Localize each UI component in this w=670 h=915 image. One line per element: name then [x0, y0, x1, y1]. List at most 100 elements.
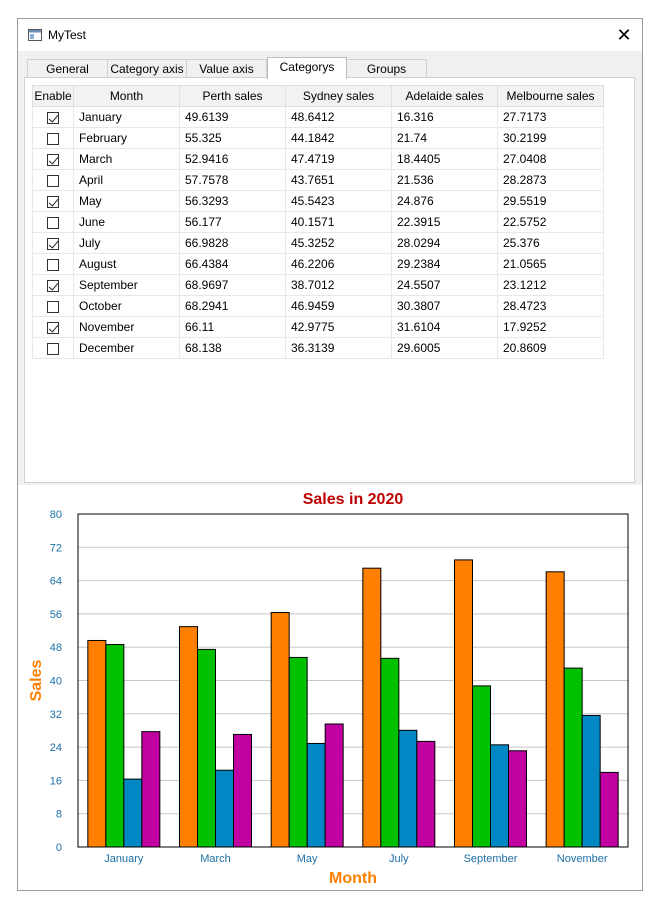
tab-value-axis[interactable]: Value axis [186, 59, 267, 78]
perth-cell[interactable]: 49.6139 [179, 106, 286, 128]
enable-checkbox[interactable] [47, 195, 59, 208]
perth-cell[interactable]: 66.9828 [179, 232, 286, 254]
adelaide-cell[interactable]: 18.4405 [391, 148, 498, 170]
month-cell[interactable]: September [73, 274, 180, 296]
y-tick-label: 64 [50, 576, 62, 588]
adelaide-cell[interactable]: 31.6104 [391, 316, 498, 338]
month-cell[interactable]: July [73, 232, 180, 254]
adelaide-cell[interactable]: 30.3807 [391, 295, 498, 317]
perth-cell[interactable]: 68.138 [179, 337, 286, 359]
month-cell[interactable]: March [73, 148, 180, 170]
perth-cell[interactable]: 55.325 [179, 127, 286, 149]
melbourne-cell[interactable]: 17.9252 [497, 316, 604, 338]
adelaide-cell[interactable]: 16.316 [391, 106, 498, 128]
month-cell[interactable]: February [73, 127, 180, 149]
tab-category-axis[interactable]: Category axis [107, 59, 187, 78]
enable-checkbox[interactable] [47, 216, 59, 229]
month-cell[interactable]: November [73, 316, 180, 338]
adelaide-cell[interactable]: 24.5507 [391, 274, 498, 296]
table-row[interactable]: April 57.7578 43.7651 21.536 28.2873 [32, 169, 604, 191]
enable-checkbox[interactable] [47, 174, 59, 187]
perth-cell[interactable]: 66.11 [179, 316, 286, 338]
column-header-melbourne[interactable]: Melbourne sales [497, 85, 604, 107]
enable-checkbox[interactable] [47, 300, 59, 313]
column-header-perth[interactable]: Perth sales [179, 85, 286, 107]
melbourne-cell[interactable]: 27.0408 [497, 148, 604, 170]
enable-checkbox[interactable] [47, 111, 59, 124]
melbourne-cell[interactable]: 20.8609 [497, 337, 604, 359]
table-row[interactable]: March 52.9416 47.4719 18.4405 27.0408 [32, 148, 604, 170]
month-cell[interactable]: June [73, 211, 180, 233]
tab-categorys[interactable]: Categorys [267, 57, 347, 79]
month-cell[interactable]: August [73, 253, 180, 275]
adelaide-cell[interactable]: 29.2384 [391, 253, 498, 275]
enable-checkbox[interactable] [47, 237, 59, 250]
sydney-cell[interactable]: 38.7012 [285, 274, 392, 296]
melbourne-cell[interactable]: 25.376 [497, 232, 604, 254]
sydney-cell[interactable]: 44.1842 [285, 127, 392, 149]
enable-checkbox[interactable] [47, 342, 59, 355]
sydney-cell[interactable]: 40.1571 [285, 211, 392, 233]
adelaide-cell[interactable]: 21.536 [391, 169, 498, 191]
perth-cell[interactable]: 68.2941 [179, 295, 286, 317]
sydney-cell[interactable]: 42.9775 [285, 316, 392, 338]
table-row[interactable]: September 68.9697 38.7012 24.5507 23.1212 [32, 274, 604, 296]
window-title: MyTest [48, 28, 87, 42]
title-bar[interactable]: MyTest ✕ [18, 19, 642, 51]
month-cell[interactable]: April [73, 169, 180, 191]
table-row[interactable]: June 56.177 40.1571 22.3915 22.5752 [32, 211, 604, 233]
table-row[interactable]: August 66.4384 46.2206 29.2384 21.0565 [32, 253, 604, 275]
column-header-enable[interactable]: Enable [32, 85, 74, 107]
column-header-month[interactable]: Month [73, 85, 180, 107]
sydney-cell[interactable]: 36.3139 [285, 337, 392, 359]
tab-general[interactable]: General [27, 59, 108, 78]
melbourne-cell[interactable]: 28.4723 [497, 295, 604, 317]
sydney-cell[interactable]: 45.3252 [285, 232, 392, 254]
table-row[interactable]: July 66.9828 45.3252 28.0294 25.376 [32, 232, 604, 254]
sydney-cell[interactable]: 46.9459 [285, 295, 392, 317]
table-row[interactable]: May 56.3293 45.5423 24.876 29.5519 [32, 190, 604, 212]
table-row[interactable]: February 55.325 44.1842 21.74 30.2199 [32, 127, 604, 149]
sydney-cell[interactable]: 46.2206 [285, 253, 392, 275]
perth-cell[interactable]: 66.4384 [179, 253, 286, 275]
table-row[interactable]: January 49.6139 48.6412 16.316 27.7173 [32, 106, 604, 128]
tab-groups[interactable]: Groups [346, 59, 427, 78]
enable-checkbox[interactable] [47, 132, 59, 145]
melbourne-cell[interactable]: 30.2199 [497, 127, 604, 149]
enable-checkbox[interactable] [47, 279, 59, 292]
table-row[interactable]: November 66.11 42.9775 31.6104 17.9252 [32, 316, 604, 338]
melbourne-cell[interactable]: 22.5752 [497, 211, 604, 233]
enable-checkbox[interactable] [47, 321, 59, 334]
sales-table: Enable Month Perth sales Sydney sales Ad… [32, 85, 604, 359]
month-cell[interactable]: January [73, 106, 180, 128]
column-header-adelaide[interactable]: Adelaide sales [391, 85, 498, 107]
melbourne-cell[interactable]: 29.5519 [497, 190, 604, 212]
sydney-cell[interactable]: 47.4719 [285, 148, 392, 170]
melbourne-cell[interactable]: 23.1212 [497, 274, 604, 296]
column-header-sydney[interactable]: Sydney sales [285, 85, 392, 107]
adelaide-cell[interactable]: 21.74 [391, 127, 498, 149]
month-cell[interactable]: May [73, 190, 180, 212]
perth-cell[interactable]: 68.9697 [179, 274, 286, 296]
enable-checkbox[interactable] [47, 153, 59, 166]
melbourne-cell[interactable]: 28.2873 [497, 169, 604, 191]
table-row[interactable]: December 68.138 36.3139 29.6005 20.8609 [32, 337, 604, 359]
adelaide-cell[interactable]: 29.6005 [391, 337, 498, 359]
month-cell[interactable]: December [73, 337, 180, 359]
adelaide-cell[interactable]: 22.3915 [391, 211, 498, 233]
month-cell[interactable]: October [73, 295, 180, 317]
perth-cell[interactable]: 57.7578 [179, 169, 286, 191]
adelaide-cell[interactable]: 24.876 [391, 190, 498, 212]
sydney-cell[interactable]: 45.5423 [285, 190, 392, 212]
adelaide-cell[interactable]: 28.0294 [391, 232, 498, 254]
enable-checkbox[interactable] [47, 258, 59, 271]
sydney-cell[interactable]: 43.7651 [285, 169, 392, 191]
sydney-cell[interactable]: 48.6412 [285, 106, 392, 128]
melbourne-cell[interactable]: 21.0565 [497, 253, 604, 275]
perth-cell[interactable]: 52.9416 [179, 148, 286, 170]
table-row[interactable]: October 68.2941 46.9459 30.3807 28.4723 [32, 295, 604, 317]
close-icon[interactable]: ✕ [614, 25, 634, 45]
perth-cell[interactable]: 56.3293 [179, 190, 286, 212]
perth-cell[interactable]: 56.177 [179, 211, 286, 233]
melbourne-cell[interactable]: 27.7173 [497, 106, 604, 128]
